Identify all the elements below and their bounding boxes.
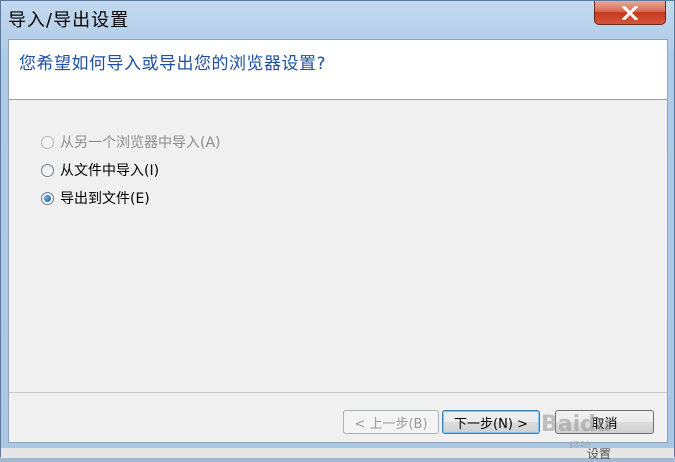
- background-partial-text: 设置: [587, 447, 612, 461]
- radio-import-from-browser[interactable]: [41, 135, 54, 149]
- radio-export-to-file[interactable]: [41, 191, 54, 205]
- option-label: 从文件中导入(I): [60, 163, 160, 179]
- page-question: 您希望如何导入或导出您的浏览器设置?: [19, 54, 327, 74]
- option-label: 导出到文件(E): [60, 191, 150, 207]
- wizard-content: 您希望如何导入或导出您的浏览器设置? 从另一个浏览器中导入(A) 从文件中导入(…: [8, 39, 668, 453]
- next-button[interactable]: 下一步(N) >: [442, 410, 540, 434]
- option-export-to-file[interactable]: 导出到文件(E): [41, 184, 221, 212]
- title-bar[interactable]: 导入/导出设置: [1, 1, 674, 37]
- close-button[interactable]: [594, 1, 666, 25]
- option-group: 从另一个浏览器中导入(A) 从文件中导入(I) 导出到文件(E): [41, 128, 221, 212]
- back-button[interactable]: < 上一步(B): [343, 410, 439, 434]
- import-export-dialog: 导入/导出设置 您希望如何导入或导出您的浏览器设置? 从另一个浏览器中导入(A)…: [0, 0, 675, 461]
- close-icon: [622, 5, 638, 20]
- window-title: 导入/导出设置: [8, 10, 130, 31]
- radio-import-from-file[interactable]: [41, 163, 54, 177]
- cancel-button[interactable]: 取消: [555, 410, 654, 434]
- option-import-from-file[interactable]: 从文件中导入(I): [41, 156, 221, 184]
- option-label: 从另一个浏览器中导入(A): [60, 135, 221, 151]
- footer-divider: [9, 392, 667, 393]
- header-band: 您希望如何导入或导出您的浏览器设置?: [9, 40, 667, 100]
- option-import-from-browser[interactable]: 从另一个浏览器中导入(A): [41, 128, 221, 156]
